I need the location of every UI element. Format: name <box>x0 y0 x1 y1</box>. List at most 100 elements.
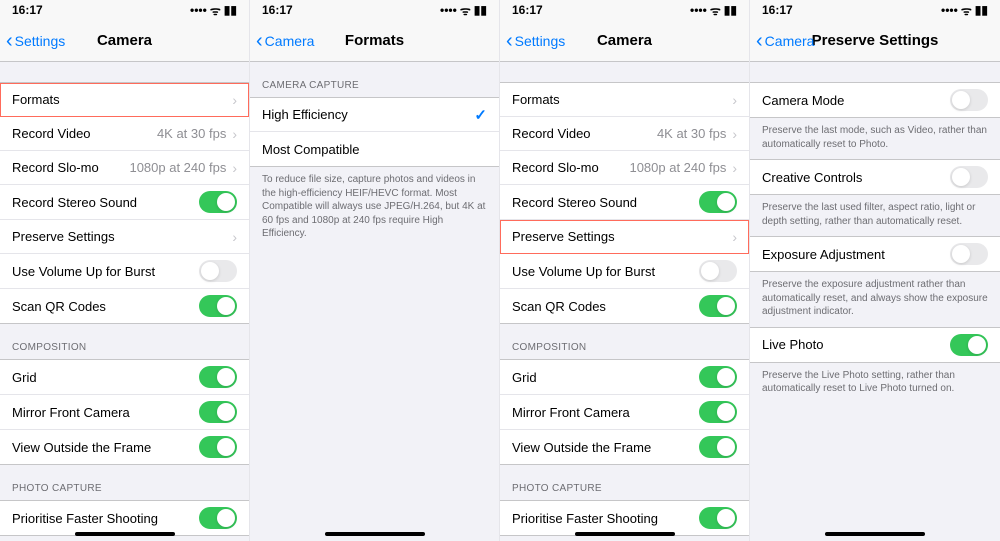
row-label: Exposure Adjustment <box>762 247 885 262</box>
settings-row[interactable]: Grid <box>500 360 749 395</box>
toggle-switch[interactable] <box>950 166 988 188</box>
settings-row[interactable]: Record Video4K at 30 fps› <box>500 117 749 151</box>
cell-group: Prioritise Faster Shooting <box>0 500 249 536</box>
status-bar: 16:17••••ᯤ▮▮ <box>0 0 249 20</box>
section-header: PHOTO CAPTURE <box>0 465 249 500</box>
settings-row[interactable]: View Outside the Frame <box>0 430 249 464</box>
toggle-switch[interactable] <box>199 436 237 458</box>
signal-icon: •••• <box>690 3 707 17</box>
toggle-switch[interactable] <box>199 260 237 282</box>
row-trailing <box>699 191 737 213</box>
settings-row[interactable]: Prioritise Faster Shooting <box>500 501 749 535</box>
back-button[interactable]: ‹Settings <box>506 31 565 51</box>
row-label: Most Compatible <box>262 142 360 157</box>
settings-row[interactable]: Preserve Settings› <box>0 220 249 254</box>
settings-row[interactable]: High Efficiency✓ <box>250 98 499 132</box>
row-label: High Efficiency <box>262 107 348 122</box>
toggle-switch[interactable] <box>699 401 737 423</box>
settings-row[interactable]: Formats› <box>0 83 249 117</box>
status-time: 16:17 <box>512 3 543 17</box>
toggle-switch[interactable] <box>950 243 988 265</box>
row-label: Use Volume Up for Burst <box>512 264 655 279</box>
settings-row[interactable]: Mirror Front Camera <box>0 395 249 430</box>
row-label: Record Slo-mo <box>512 160 599 175</box>
row-trailing <box>199 507 237 529</box>
nav-title: Camera <box>597 32 652 49</box>
row-trailing <box>699 260 737 282</box>
settings-row[interactable]: Use Volume Up for Burst <box>0 254 249 289</box>
settings-row[interactable]: Use Volume Up for Burst <box>500 254 749 289</box>
settings-row[interactable]: Camera Mode <box>750 83 1000 117</box>
content: Formats›Record Video4K at 30 fps›Record … <box>0 62 249 541</box>
settings-row[interactable]: Mirror Front Camera <box>500 395 749 430</box>
settings-row[interactable]: Scan QR Codes <box>500 289 749 323</box>
toggle-switch[interactable] <box>699 295 737 317</box>
row-detail: 1080p at 240 fps <box>629 160 726 175</box>
section-footer: Preserve the last mode, such as Video, r… <box>750 118 1000 159</box>
row-trailing <box>950 89 988 111</box>
settings-row[interactable]: Preserve Settings› <box>500 220 749 254</box>
settings-row[interactable]: Record Slo-mo 1080p at 240 fps› <box>0 151 249 185</box>
row-detail: 4K at 30 fps <box>157 126 226 141</box>
back-label: Camera <box>265 33 315 49</box>
settings-row[interactable]: Record Stereo Sound <box>0 185 249 220</box>
settings-row[interactable]: Most Compatible <box>250 132 499 166</box>
section-header: PHOTO CAPTURE <box>500 465 749 500</box>
chevron-left-icon: ‹ <box>6 31 13 51</box>
settings-row[interactable]: Exposure Adjustment <box>750 237 1000 271</box>
toggle-switch[interactable] <box>950 334 988 356</box>
toggle-switch[interactable] <box>199 295 237 317</box>
settings-row[interactable]: Record Video4K at 30 fps› <box>0 117 249 151</box>
battery-icon: ▮▮ <box>474 3 487 17</box>
row-label: Scan QR Codes <box>512 299 606 314</box>
settings-row[interactable]: Record Stereo Sound <box>500 185 749 220</box>
chevron-right-icon: › <box>232 92 237 108</box>
row-trailing: › <box>232 229 237 245</box>
chevron-left-icon: ‹ <box>506 31 513 51</box>
toggle-switch[interactable] <box>699 191 737 213</box>
row-trailing <box>199 366 237 388</box>
toggle-switch[interactable] <box>199 191 237 213</box>
chevron-left-icon: ‹ <box>756 31 763 51</box>
toggle-switch[interactable] <box>199 366 237 388</box>
chevron-right-icon: › <box>232 229 237 245</box>
back-button[interactable]: ‹Camera <box>756 31 814 51</box>
settings-row[interactable]: Formats› <box>500 83 749 117</box>
toggle-switch[interactable] <box>199 401 237 423</box>
row-trailing <box>199 260 237 282</box>
toggle-switch[interactable] <box>950 89 988 111</box>
row-trailing <box>699 295 737 317</box>
toggle-switch[interactable] <box>699 436 737 458</box>
cell-group: Grid Mirror Front CameraView Outside the … <box>0 359 249 465</box>
battery-icon: ▮▮ <box>724 3 737 17</box>
row-trailing: 1080p at 240 fps› <box>129 160 237 176</box>
row-trailing <box>199 295 237 317</box>
back-label: Settings <box>515 33 566 49</box>
settings-row[interactable]: Live Photo <box>750 328 1000 362</box>
back-button[interactable]: ‹Camera <box>256 31 314 51</box>
back-button[interactable]: ‹Settings <box>6 31 65 51</box>
settings-row[interactable]: Creative Controls <box>750 160 1000 194</box>
row-label: Camera Mode <box>762 93 844 108</box>
screen: 16:17••••ᯤ▮▮‹SettingsCamera Formats› Recor… <box>0 0 250 541</box>
toggle-switch[interactable] <box>699 260 737 282</box>
settings-row[interactable]: Grid <box>0 360 249 395</box>
section-footer: Preserve the exposure adjustment rather … <box>750 272 1000 327</box>
settings-row[interactable]: Record Slo-mo1080p at 240 fps› <box>500 151 749 185</box>
chevron-right-icon: › <box>232 126 237 142</box>
nav-bar: ‹Settings Camera <box>500 20 749 62</box>
toggle-switch[interactable] <box>199 507 237 529</box>
toggle-switch[interactable] <box>699 507 737 529</box>
settings-row[interactable]: Prioritise Faster Shooting <box>0 501 249 535</box>
back-label: Camera <box>765 33 815 49</box>
screen: 16:17••••ᯤ▮▮‹CameraFormatsCAMERA CAPTURE… <box>250 0 500 541</box>
content: Camera Mode Preserve the last mode, such … <box>750 62 1000 541</box>
row-trailing <box>950 166 988 188</box>
row-label: Record Slo-mo <box>12 160 99 175</box>
nav-bar: ‹SettingsCamera <box>0 20 249 62</box>
row-label: View Outside the Frame <box>512 440 651 455</box>
settings-row[interactable]: Scan QR Codes <box>0 289 249 323</box>
settings-row[interactable]: View Outside the Frame <box>500 430 749 464</box>
toggle-switch[interactable] <box>699 366 737 388</box>
row-label: Grid <box>12 370 37 385</box>
